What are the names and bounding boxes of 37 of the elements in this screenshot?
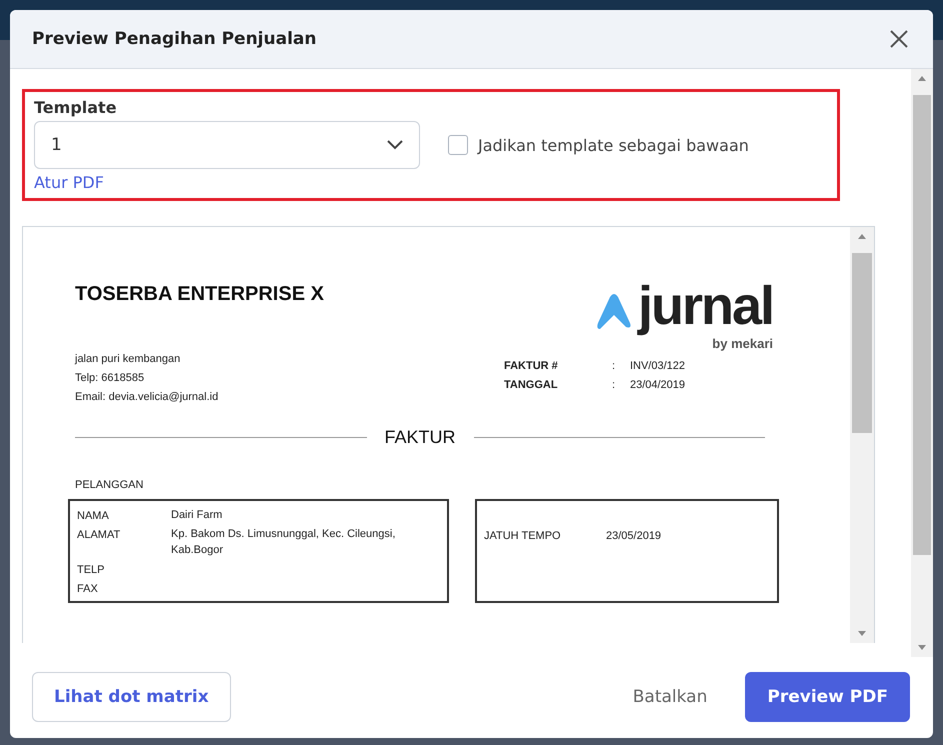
meta-label: TANGGAL	[504, 378, 559, 393]
company-name: TOSERBA ENTERPRISE X	[75, 283, 324, 306]
customer-field-value: Kp. Bakom Ds. Limusnunggal, Kec. Cileungsi, Kab.Bogor	[171, 527, 396, 558]
due-value: 23/05/2019	[606, 529, 662, 544]
scrollbar[interactable]	[911, 69, 933, 657]
template-select[interactable]: 1	[34, 121, 420, 169]
meta-separator: :	[612, 378, 616, 393]
customer-field-label: ALAMAT	[77, 528, 122, 543]
field-label: Template	[34, 98, 118, 117]
customer-field-label: FAX	[77, 582, 99, 597]
close-button[interactable]	[889, 29, 909, 49]
due-label: JATUH TEMPO	[484, 529, 562, 544]
document-heading: FAKTUR	[384, 427, 456, 448]
customer-field-label: NAMA	[77, 509, 110, 524]
meta-value: 23/04/2019	[630, 378, 686, 393]
dialog-title: Preview Penagihan Penjualan	[32, 29, 316, 49]
scrollbar[interactable]	[850, 227, 874, 643]
logo-wordmark: jurnal	[638, 275, 773, 337]
meta-separator: :	[612, 359, 616, 374]
cancel-button[interactable]: Batalkan	[626, 686, 714, 708]
checkbox-label: Jadikan template sebagai bawaan	[478, 136, 749, 154]
chevron-down-icon	[387, 140, 403, 150]
address-line: Email: devia.velicia@jurnal.id	[75, 390, 220, 405]
preview-pdf-button[interactable]: Preview PDF	[745, 672, 910, 722]
section-label: PELANGGAN	[75, 478, 144, 493]
address-line: jalan puri kembangan	[75, 352, 182, 367]
close-icon	[889, 29, 909, 49]
meta-label: FAKTUR #	[504, 359, 559, 374]
dot-matrix-button[interactable]: Lihat dot matrix	[32, 672, 231, 722]
customer-field-value: Dairi Farm	[171, 508, 224, 523]
pdf-settings-link[interactable]: Atur PDF	[34, 173, 104, 192]
meta-value: INV/03/122	[630, 359, 686, 374]
logo-byline: by mekari	[712, 337, 773, 351]
customer-field-label: TELP	[77, 563, 106, 578]
checkbox[interactable]	[448, 135, 468, 155]
address-line: Telp: 6618585	[75, 371, 146, 386]
logo-icon	[596, 293, 632, 331]
